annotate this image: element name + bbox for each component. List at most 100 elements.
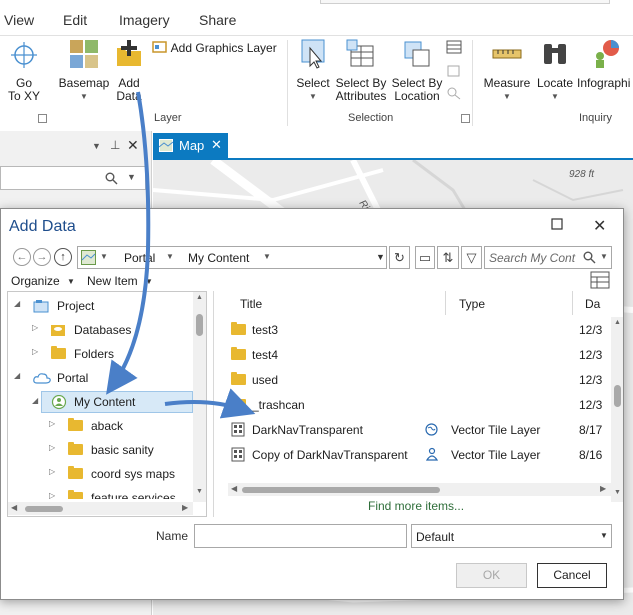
chevron-down-icon[interactable]: ▼ xyxy=(166,252,174,261)
scroll-right-icon[interactable]: ▶ xyxy=(600,484,606,493)
maximize-icon[interactable] xyxy=(551,217,563,235)
add-data-icon xyxy=(117,40,141,66)
pin-icon[interactable]: ⊥ xyxy=(110,138,120,152)
scroll-up-icon[interactable]: ▲ xyxy=(196,294,203,301)
list-item[interactable]: test4 12/3 xyxy=(214,342,614,367)
contents-search-input[interactable]: ▼ xyxy=(0,166,146,190)
up-icon[interactable]: ↑ xyxy=(54,248,72,266)
scrollbar-thumb[interactable] xyxy=(25,506,63,512)
goto-xy-button[interactable]: Go To XY xyxy=(4,40,44,103)
tree-item-databases[interactable]: ▷ Databases xyxy=(8,319,194,341)
close-icon[interactable]: ✕ xyxy=(593,216,606,236)
collapse-icon[interactable]: ◢ xyxy=(14,299,20,308)
filter-icon[interactable]: ▽ xyxy=(461,246,482,269)
location-path[interactable]: ▼ Portal ▼ My Content ▼ ▼ xyxy=(77,246,387,269)
scroll-left-icon[interactable]: ◀ xyxy=(231,484,237,493)
table-select-icon xyxy=(346,39,374,67)
sort-icon[interactable]: ⇅ xyxy=(437,246,459,269)
list-item[interactable]: Copy of DarkNavTransparent Vector Tile L… xyxy=(214,442,614,467)
add-data-button[interactable]: Add Data xyxy=(113,38,145,103)
list-horizontal-scrollbar[interactable]: ◀ ▶ xyxy=(228,483,611,496)
tree-item-feature-services[interactable]: ▷ feature services xyxy=(8,487,194,499)
expand-icon[interactable]: ▷ xyxy=(49,443,55,452)
organize-menu[interactable]: Organize xyxy=(11,274,60,288)
menu-edit[interactable]: Edit xyxy=(63,12,87,28)
collapse-icon[interactable]: ◢ xyxy=(14,371,20,380)
scrollbar-thumb[interactable] xyxy=(242,487,440,493)
attributes-table-icon[interactable] xyxy=(446,40,462,54)
clear-selection-icon[interactable] xyxy=(446,64,462,78)
close-icon[interactable]: ✕ xyxy=(127,137,139,154)
dropdown-arrow-icon[interactable]: ▼ xyxy=(376,252,385,262)
scroll-right-icon[interactable]: ▶ xyxy=(182,503,188,512)
menu-share[interactable]: Share xyxy=(199,12,236,28)
tree-item-basic-sanity[interactable]: ▷ basic sanity xyxy=(8,439,194,461)
scrollbar-thumb[interactable] xyxy=(614,385,621,407)
name-field[interactable] xyxy=(194,524,407,548)
tree-horizontal-scrollbar[interactable]: ◀ ▶ xyxy=(8,502,193,515)
select-button[interactable]: Select ▼ xyxy=(294,38,332,103)
chevron-down-icon[interactable]: ▼ xyxy=(127,172,136,182)
column-header-type[interactable]: Type xyxy=(453,291,573,315)
collapse-icon[interactable]: ◢ xyxy=(32,396,38,405)
expand-icon[interactable]: ▷ xyxy=(49,467,55,476)
select-by-location-button[interactable]: Select By Location xyxy=(391,38,443,103)
back-icon[interactable]: ← xyxy=(13,248,31,266)
tree-vertical-scrollbar[interactable]: ▲ ▼ xyxy=(193,292,206,502)
menu-view[interactable]: View xyxy=(4,12,34,28)
tree-item-portal[interactable]: ◢ Portal xyxy=(8,367,194,389)
scroll-up-icon[interactable]: ▲ xyxy=(614,319,621,326)
refresh-icon[interactable]: ↻ xyxy=(389,246,410,269)
locate-button[interactable]: Locate ▼ xyxy=(535,38,575,103)
dialog-launcher-icon[interactable] xyxy=(38,114,47,123)
expand-icon[interactable]: ▷ xyxy=(32,347,38,356)
dialog-search-input[interactable]: Search My Cont ▼ xyxy=(484,246,612,269)
chevron-down-icon[interactable]: ▼ xyxy=(600,252,608,261)
basemap-button[interactable]: Basemap ▼ xyxy=(58,38,110,103)
scroll-down-icon[interactable]: ▼ xyxy=(196,488,203,495)
tree-item-aback[interactable]: ▷ aback xyxy=(8,415,194,437)
view-options-icon[interactable] xyxy=(590,271,610,289)
column-header-title[interactable]: Title xyxy=(234,291,446,315)
select-by-attributes-button[interactable]: Select By Attributes xyxy=(333,38,389,103)
add-graphics-layer-button[interactable]: Add Graphics Layer xyxy=(152,40,277,55)
chevron-down-icon[interactable]: ▼ xyxy=(263,252,271,261)
column-header-date[interactable]: Da xyxy=(579,291,623,315)
path-segment-portal[interactable]: Portal xyxy=(124,251,155,265)
folder-view-icon[interactable]: ▭ xyxy=(415,246,435,269)
expand-icon[interactable]: ▷ xyxy=(32,323,38,332)
tree-item-project[interactable]: ◢ Project xyxy=(8,295,194,317)
ok-button[interactable]: OK xyxy=(456,563,527,588)
filter-select[interactable]: Default ▼ xyxy=(411,524,612,548)
expand-icon[interactable]: ▷ xyxy=(49,419,55,428)
tab-map[interactable]: Map ✕ xyxy=(153,133,228,158)
measure-button[interactable]: Measure ▼ xyxy=(480,38,534,103)
chevron-down-icon[interactable]: ▼ xyxy=(92,141,101,151)
scroll-down-icon[interactable]: ▼ xyxy=(614,489,621,496)
list-item[interactable]: used 12/3 xyxy=(214,367,614,392)
infographics-button[interactable]: Infographi xyxy=(577,38,633,90)
list-item[interactable]: _trashcan 12/3 xyxy=(214,392,614,417)
list-vertical-scrollbar[interactable]: ▲ ▼ xyxy=(611,317,623,502)
infographics-label: Infographi xyxy=(577,76,631,90)
list-item[interactable]: test3 12/3 xyxy=(214,317,614,342)
zoom-to-selection-icon[interactable] xyxy=(446,86,462,100)
dialog-launcher-icon[interactable] xyxy=(461,114,470,123)
tree-item-folders[interactable]: ▷ Folders xyxy=(8,343,194,365)
tree-item-coord-sys-maps[interactable]: ▷ coord sys maps xyxy=(8,463,194,485)
inquiry-group-label: Inquiry xyxy=(579,112,613,124)
forward-icon[interactable]: → xyxy=(33,248,51,266)
chevron-down-icon[interactable]: ▼ xyxy=(100,252,108,261)
scrollbar-thumb[interactable] xyxy=(196,314,203,336)
menu-imagery[interactable]: Imagery xyxy=(119,12,170,28)
scroll-left-icon[interactable]: ◀ xyxy=(11,503,17,512)
expand-icon[interactable]: ▷ xyxy=(49,491,55,499)
item-type: Vector Tile Layer xyxy=(451,423,541,437)
close-icon[interactable]: ✕ xyxy=(211,137,222,153)
find-more-items-link[interactable]: Find more items... xyxy=(368,499,464,513)
tree-item-my-content[interactable]: My Content xyxy=(41,391,193,413)
cancel-button[interactable]: Cancel xyxy=(537,563,607,588)
path-segment-my-content[interactable]: My Content xyxy=(188,251,249,265)
list-item[interactable]: DarkNavTransparent Vector Tile Layer 8/1… xyxy=(214,417,614,442)
new-item-menu[interactable]: New Item xyxy=(87,274,138,288)
